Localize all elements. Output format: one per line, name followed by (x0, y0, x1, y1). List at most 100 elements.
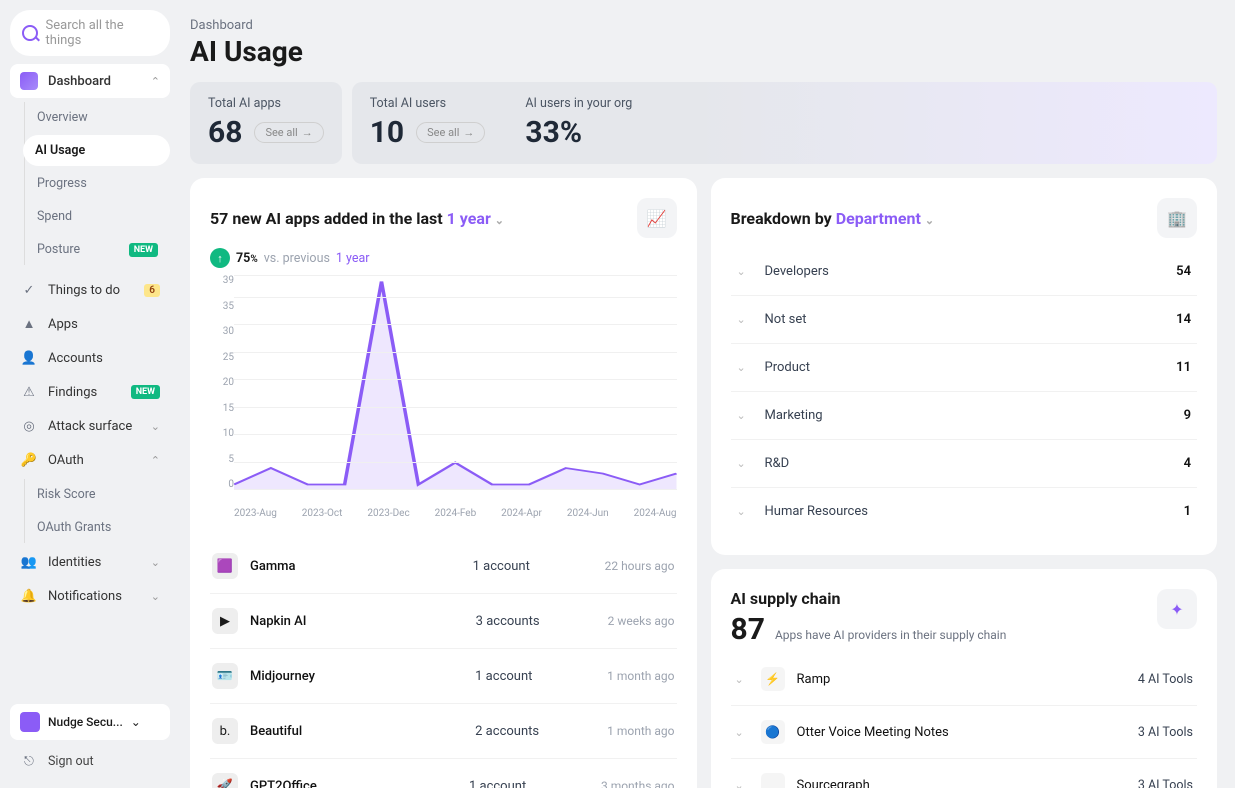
supply-app-icon (761, 773, 785, 788)
new-badge: NEW (131, 385, 160, 399)
app-accounts: 3 accounts (476, 614, 596, 629)
nav-dashboard-label: Dashboard (48, 74, 111, 89)
stat-label: Total AI apps (208, 96, 324, 111)
app-row[interactable]: 🟪Gamma1 account22 hours ago (210, 539, 677, 594)
chart-period-dropdown[interactable]: 1 year ⌄ (447, 209, 504, 228)
nav-ai-usage[interactable]: AI Usage (23, 135, 170, 166)
accounts-icon: 👤 (20, 349, 38, 367)
see-all-apps-button[interactable]: See all → (254, 122, 323, 143)
findings-icon: ⚠ (20, 383, 38, 401)
supply-chain-list: ⌄⚡Ramp4 AI Tools⌄🔵Otter Voice Meeting No… (731, 653, 1198, 788)
supply-app-icon: ⚡ (761, 667, 785, 691)
app-name: GPT2Office (250, 779, 457, 788)
global-search[interactable]: Search all the things (10, 10, 170, 56)
identity-icon: 👥 (20, 553, 38, 571)
supply-title: AI supply chain (731, 589, 1007, 608)
search-placeholder: Search all the things (46, 18, 158, 48)
see-all-users-button[interactable]: See all → (416, 122, 485, 143)
supply-desc: Apps have AI providers in their supply c… (775, 628, 1006, 642)
target-icon: ◎ (20, 417, 38, 435)
nav-accounts[interactable]: 👤 Accounts (10, 341, 170, 375)
breakdown-count: 54 (1176, 264, 1191, 279)
supply-tool-count: 3 AI Tools (1138, 778, 1193, 788)
breakdown-name: Marketing (765, 408, 1170, 423)
app-row[interactable]: 🚀GPT2Office1 account3 months ago (210, 759, 677, 788)
chevron-down-icon: ⌄ (151, 420, 160, 433)
signout-icon: ⎋ (20, 752, 38, 770)
app-time: 1 month ago (607, 669, 674, 683)
nav-findings[interactable]: ⚠ Findings NEW (10, 375, 170, 409)
chevron-down-icon: ⌄ (737, 409, 751, 422)
supply-icon-button[interactable]: ✦ (1157, 589, 1197, 629)
breakdown-row[interactable]: ⌄ Product 11 (731, 344, 1198, 392)
breakdown-dimension-dropdown[interactable]: Department ⌄ (836, 209, 934, 228)
nav-progress[interactable]: Progress (25, 168, 170, 199)
main-content: Dashboard AI Usage Total AI apps 68 See … (180, 0, 1235, 788)
supply-row[interactable]: ⌄🔵Otter Voice Meeting Notes3 AI Tools (731, 706, 1198, 759)
app-name: Midjourney (250, 669, 463, 684)
nav-attack-surface[interactable]: ◎ Attack surface ⌄ (10, 409, 170, 443)
app-time: 1 month ago (607, 724, 674, 738)
nav-oauth[interactable]: 🔑 OAuth ⌃ (10, 443, 170, 477)
stat-value: 68 (208, 115, 242, 150)
building-icon: 🏢 (1167, 209, 1187, 228)
nav-things-to-do[interactable]: ✓ Things to do 6 (10, 273, 170, 307)
nav-spend[interactable]: Spend (25, 201, 170, 232)
app-time: 3 months ago (601, 779, 675, 788)
sign-out-button[interactable]: ⎋ Sign out (10, 744, 170, 778)
app-row[interactable]: b.Beautiful2 accounts1 month ago (210, 704, 677, 759)
app-row[interactable]: 🪪Midjourney1 account1 month ago (210, 649, 677, 704)
nav-apps[interactable]: ▲ Apps (10, 307, 170, 341)
breakdown-row[interactable]: ⌄ Marketing 9 (731, 392, 1198, 440)
chevron-down-icon: ⌄ (737, 505, 751, 518)
chevron-down-icon: ⌄ (735, 673, 749, 686)
nav-notifications[interactable]: 🔔 Notifications ⌄ (10, 579, 170, 613)
breakdown-title: Breakdown by Department ⌄ (731, 209, 935, 228)
chevron-down-icon: ⌄ (737, 361, 751, 374)
nav-oauth-grants[interactable]: OAuth Grants (25, 512, 170, 543)
breakdown-row[interactable]: ⌄Not set14 (731, 296, 1198, 344)
breakdown-name: Humar Resources (765, 504, 1170, 519)
breakdown-count: 14 (1176, 312, 1191, 327)
stats-row: Total AI apps 68 See all → Total AI user… (190, 82, 1217, 164)
chevron-up-icon: ⌃ (151, 75, 160, 88)
supply-app-name: Otter Voice Meeting Notes (797, 725, 1126, 740)
breakdown-count: 11 (1176, 360, 1191, 375)
nav-identities[interactable]: 👥 Identities ⌄ (10, 545, 170, 579)
arrow-right-icon: → (302, 126, 313, 139)
nav-overview[interactable]: Overview (25, 102, 170, 133)
app-icon: b. (212, 718, 238, 744)
nav-risk-score[interactable]: Risk Score (25, 479, 170, 510)
breakdown-row[interactable]: ⌄Humar Resources1 (731, 488, 1198, 535)
org-switcher[interactable]: Nudge Secu... ⌄ (10, 704, 170, 740)
supply-row[interactable]: ⌄⚡Ramp4 AI Tools (731, 653, 1198, 706)
delta-row: ↑ 75% vs. previous 1 year (210, 248, 677, 268)
supply-tool-count: 3 AI Tools (1138, 725, 1193, 740)
app-row[interactable]: ▶Napkin AI3 accounts2 weeks ago (210, 594, 677, 649)
app-icon: ▶ (212, 608, 238, 634)
y-axis: 3935302520151050 (210, 276, 234, 506)
oauth-submenu: Risk Score OAuth Grants (24, 479, 170, 543)
nav-dashboard[interactable]: Dashboard ⌃ (10, 64, 170, 98)
check-icon: ✓ (20, 281, 38, 299)
chevron-down-icon: ⌄ (735, 779, 749, 788)
stat-users-combined: Total AI users 10 See all → AI users in … (352, 82, 1217, 164)
up-arrow-icon: ↑ (210, 248, 230, 268)
breakdown-count: 9 (1184, 408, 1191, 423)
chevron-down-icon: ⌄ (925, 214, 934, 227)
breakdown-row[interactable]: ⌄Developers54 (731, 248, 1198, 296)
nav-posture[interactable]: Posture NEW (25, 234, 170, 265)
breadcrumb: Dashboard (190, 18, 1217, 33)
x-axis: 2023-Aug2023-Oct2023-Dec2024-Feb2024-Apr… (210, 508, 677, 519)
app-name: Gamma (250, 559, 461, 574)
key-icon: 🔑 (20, 451, 38, 469)
trend-icon-button[interactable]: 📈 (637, 198, 677, 238)
supply-row[interactable]: ⌄ Sourcegraph3 AI Tools (731, 759, 1198, 788)
app-time: 22 hours ago (605, 559, 675, 573)
app-name: Napkin AI (250, 614, 464, 629)
breakdown-icon-button[interactable]: 🏢 (1157, 198, 1197, 238)
breakdown-name: Product (765, 360, 1163, 375)
bell-icon: 🔔 (20, 587, 38, 605)
breakdown-count: 4 (1184, 456, 1191, 471)
breakdown-row[interactable]: ⌄R&D4 (731, 440, 1198, 488)
